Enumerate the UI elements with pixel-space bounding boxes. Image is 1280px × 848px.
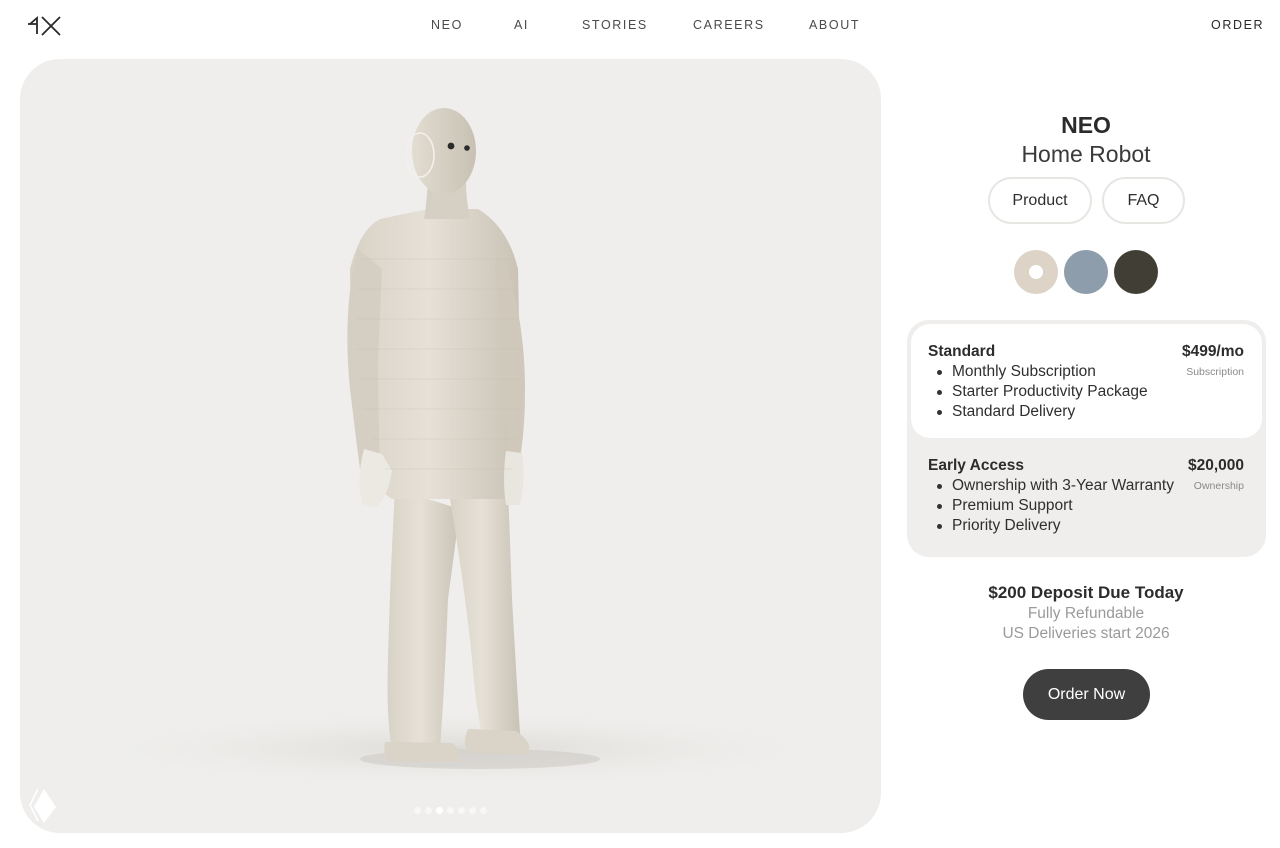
carousel-dot-active[interactable] [436,807,443,814]
product-subtitle: Home Robot [1021,141,1151,167]
nav-about[interactable]: ABOUT [809,18,860,32]
order-now-button[interactable]: Order Now [1023,669,1150,720]
nav-neo[interactable]: NEO [431,18,463,32]
tab-product[interactable]: Product [988,177,1092,224]
plan-option-early-access[interactable]: Early Access Ownership with 3-Year Warra… [911,438,1262,553]
nav-stories[interactable]: STORIES [582,18,648,32]
color-swatch-blue-gray[interactable] [1064,250,1108,294]
plan-price: $20,000 [1187,457,1244,474]
nav-order-link[interactable]: ORDER [1211,18,1264,32]
plan-features: Ownership with 3-Year Warranty Premium S… [937,476,1174,536]
hero-image-panel [20,59,881,833]
carousel-dot[interactable] [414,807,421,814]
plan-feature: Standard Delivery [937,402,1148,422]
plan-feature: Monthly Subscription [937,362,1148,382]
carousel-dot[interactable] [469,807,476,814]
neo-robot-image [70,108,850,789]
plan-price: $499/mo [1181,343,1244,360]
carousel-dot[interactable] [458,807,465,814]
plan-feature: Priority Delivery [937,516,1174,536]
plan-price-note: Subscription [1186,366,1244,378]
deposit-delivery-note: US Deliveries start 2026 [1002,625,1170,642]
viewer-logo-icon [29,788,56,823]
nav-ai[interactable]: AI [514,18,529,32]
main-nav: NEO AI STORIES CAREERS ABOUT ORDER [0,18,1280,34]
carousel-dot[interactable] [425,807,432,814]
nav-careers[interactable]: CAREERS [693,18,765,32]
carousel-dot[interactable] [480,807,487,814]
deposit-title: $200 Deposit Due Today [988,583,1184,602]
plan-option-standard[interactable]: Standard Monthly Subscription Starter Pr… [911,324,1262,438]
plan-name: Early Access [928,457,1024,474]
color-swatch-beige-selected[interactable] [1014,250,1058,294]
plan-name: Standard [928,343,996,360]
carousel-dots [414,807,487,815]
plan-features: Monthly Subscription Starter Productivit… [937,362,1148,422]
plan-price-note: Ownership [1193,480,1244,492]
plan-feature: Starter Productivity Package [937,383,1148,400]
product-name: NEO [1061,112,1111,138]
plan-options: Standard Monthly Subscription Starter Pr… [907,320,1266,557]
plan-feature: Premium Support [937,496,1174,516]
color-swatch-dark-olive[interactable] [1114,250,1158,294]
deposit-refund-note: Fully Refundable [1027,605,1145,622]
plan-feature: Ownership with 3-Year Warranty [937,477,1174,494]
carousel-dot[interactable] [447,807,454,814]
tab-faq[interactable]: FAQ [1102,177,1185,224]
